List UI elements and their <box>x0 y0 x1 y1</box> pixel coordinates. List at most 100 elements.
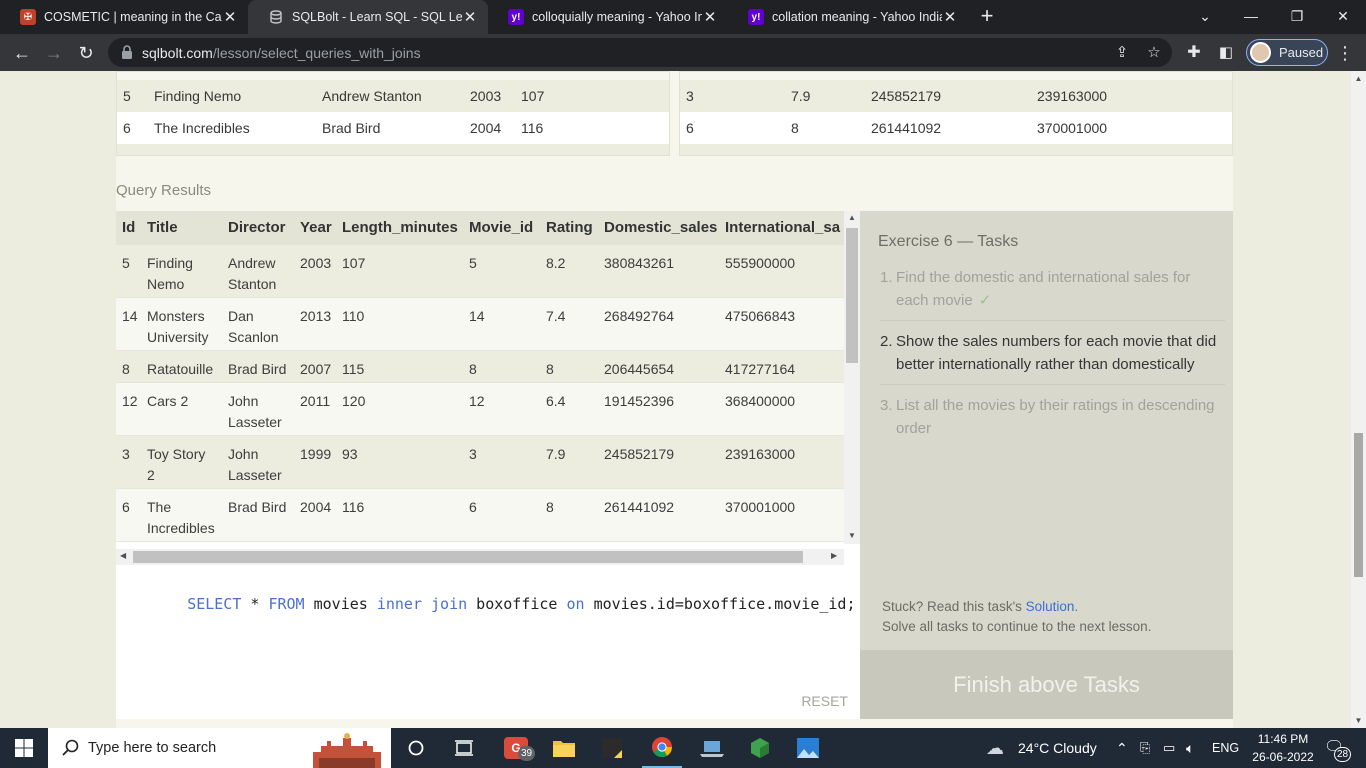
sticky-notes-icon[interactable] <box>594 728 630 768</box>
volume-icon[interactable]: 🔈︎ <box>1186 728 1194 768</box>
stuck-period: . <box>1074 599 1079 614</box>
browser-tab-2[interactable]: y! colloquially meaning - Yahoo Ind ✕ <box>488 0 728 34</box>
show-hidden-icons-chevron-icon[interactable]: ⌃ <box>1116 728 1128 768</box>
task-text: List all the movies by their ratings in … <box>896 397 1215 437</box>
cell-international: 370001000 <box>1037 120 1108 136</box>
scroll-up-arrow-icon[interactable]: ▲ <box>844 213 860 222</box>
browser-tab-1[interactable]: SQLBolt - Learn SQL - SQL Lesson ✕ <box>248 0 488 34</box>
battery-icon[interactable]: ▭ <box>1163 728 1175 768</box>
cell-title: Finding Nemo <box>154 88 242 104</box>
file-explorer-icon[interactable] <box>546 728 582 768</box>
scroll-up-arrow-icon[interactable]: ▲ <box>1351 71 1366 86</box>
close-icon[interactable]: ✕ <box>702 8 718 26</box>
close-icon[interactable]: ✕ <box>942 8 958 26</box>
cell-year: 2003 <box>300 255 332 271</box>
cell-international: 417277164 <box>725 361 796 377</box>
clock-time: 11:46 PM <box>1257 732 1309 746</box>
cell-id: 3 <box>122 446 130 462</box>
sql-text: movies.id=boxoffice.movie_id; <box>584 595 856 613</box>
weather-text[interactable]: 24°C Cloudy <box>1018 728 1097 768</box>
new-tab-button[interactable]: + <box>976 4 998 30</box>
task-item-3: 3. List all the movies by their ratings … <box>880 392 1225 448</box>
address-bar[interactable]: sqlbolt.com/lesson/select_queries_with_j… <box>108 38 1172 67</box>
task-text: Show the sales numbers for each movie th… <box>896 333 1217 373</box>
cell-international: 239163000 <box>1037 88 1108 104</box>
task-text: Find the domestic and international sale… <box>896 269 1191 309</box>
cell-year: 2003 <box>470 88 502 104</box>
laptop-app-icon[interactable] <box>694 728 730 768</box>
sql-text: * <box>241 595 269 613</box>
cortana-icon[interactable] <box>398 728 434 768</box>
sql-query-text[interactable]: SELECT * FROM movies inner join boxoffic… <box>133 577 856 631</box>
table-row: 6 8 261441092 370001000 <box>680 112 1232 144</box>
cell-movie-id: 3 <box>686 88 694 104</box>
cell-year: 2007 <box>300 361 332 377</box>
tab-search-chevron-icon[interactable]: ⌄ <box>1182 0 1228 34</box>
task-view-icon[interactable] <box>446 728 482 768</box>
scroll-down-arrow-icon[interactable]: ▼ <box>1351 713 1366 728</box>
cambridge-icon: ✠ <box>20 9 36 25</box>
scroll-right-arrow-icon[interactable]: ▶ <box>831 551 837 560</box>
cell-domestic: 191452396 <box>604 393 675 409</box>
scroll-left-arrow-icon[interactable]: ◀ <box>120 551 126 560</box>
cell-rating: 6.4 <box>546 393 566 409</box>
profile-button[interactable]: Paused <box>1246 39 1328 66</box>
movies-table: 5 Finding Nemo Andrew Stanton 2003 107 6… <box>116 71 670 156</box>
system-clock[interactable]: 11:46 PM 26-06-2022 <box>1246 730 1320 766</box>
close-window-button[interactable]: ✕ <box>1320 0 1366 34</box>
scrollbar-thumb[interactable] <box>133 551 803 563</box>
taskbar-search-box[interactable]: Type here to search <box>48 728 391 768</box>
cell-director: Brad Bird <box>228 499 287 515</box>
app-badge-icon[interactable]: G 39 <box>496 728 536 768</box>
browser-tab-0[interactable]: ✠ COSMETIC | meaning in the Cam ✕ <box>0 0 248 34</box>
column-header: Length_minutes <box>342 219 458 236</box>
maximize-button[interactable]: ❐ <box>1274 0 1320 34</box>
cell-domestic: 245852179 <box>604 446 675 462</box>
cell-length: 115 <box>342 361 365 377</box>
close-icon[interactable]: ✕ <box>462 8 478 26</box>
page-scrollbar[interactable]: ▲ ▼ <box>1351 71 1366 728</box>
menu-kebab-icon[interactable]: ⋮ <box>1331 39 1359 67</box>
clock-date: 26-06-2022 <box>1252 750 1314 764</box>
meet-now-icon[interactable]: ⎘ <box>1140 728 1150 768</box>
cell-domestic: 206445654 <box>604 361 675 377</box>
tab-title: colloquially meaning - Yahoo Ind <box>532 10 702 24</box>
share-icon[interactable]: ⇪ <box>1112 43 1132 63</box>
yahoo-icon: y! <box>748 9 764 25</box>
cell-rating: 7.9 <box>791 88 811 104</box>
cell-id: 12 <box>122 393 138 409</box>
table-row: 8 Ratatouille Brad Bird 2007 115 8 8 206445654 4… <box>116 351 844 383</box>
solution-link[interactable]: Solution <box>1026 599 1075 614</box>
results-horizontal-scrollbar[interactable]: ◀ ▶ <box>116 549 844 565</box>
weather-cloud-icon[interactable]: ☁ <box>986 728 1004 768</box>
extensions-puzzle-icon[interactable]: ✚ <box>1180 39 1208 67</box>
browser-tab-3[interactable]: y! collation meaning - Yahoo India ✕ <box>728 0 968 34</box>
query-results-label: Query Results <box>116 182 212 199</box>
close-icon[interactable]: ✕ <box>222 8 238 26</box>
sql-editor[interactable]: SELECT * FROM movies inner join boxoffic… <box>116 565 860 719</box>
task-number: 2. <box>880 333 893 350</box>
photos-icon[interactable] <box>790 728 826 768</box>
reload-icon[interactable]: ↻ <box>72 39 100 67</box>
side-panel-icon[interactable]: ◧ <box>1212 39 1240 67</box>
cell-domestic: 261441092 <box>604 499 675 515</box>
scrollbar-thumb[interactable] <box>846 228 858 363</box>
language-indicator[interactable]: ENG <box>1212 728 1239 768</box>
back-arrow-icon[interactable]: ← <box>8 39 36 67</box>
scroll-down-arrow-icon[interactable]: ▼ <box>844 531 860 540</box>
scrollbar-thumb[interactable] <box>1354 433 1363 577</box>
table-row <box>680 144 1232 155</box>
chrome-icon[interactable] <box>642 728 682 768</box>
cube-app-icon[interactable] <box>742 728 778 768</box>
results-vertical-scrollbar[interactable]: ▲ ▼ <box>844 211 860 544</box>
reset-button[interactable]: RESET <box>801 693 848 709</box>
minimize-button[interactable]: — <box>1228 0 1274 34</box>
finish-tasks-button[interactable]: Finish above Tasks <box>860 650 1233 719</box>
database-icon <box>268 9 284 25</box>
lock-icon <box>122 45 132 59</box>
forward-arrow-icon[interactable]: → <box>40 39 68 67</box>
windows-start-icon[interactable] <box>0 728 48 768</box>
tab-title: COSMETIC | meaning in the Cam <box>44 10 222 24</box>
tab-title: SQLBolt - Learn SQL - SQL Lesson <box>292 10 462 24</box>
bookmark-star-icon[interactable]: ☆ <box>1144 43 1164 63</box>
